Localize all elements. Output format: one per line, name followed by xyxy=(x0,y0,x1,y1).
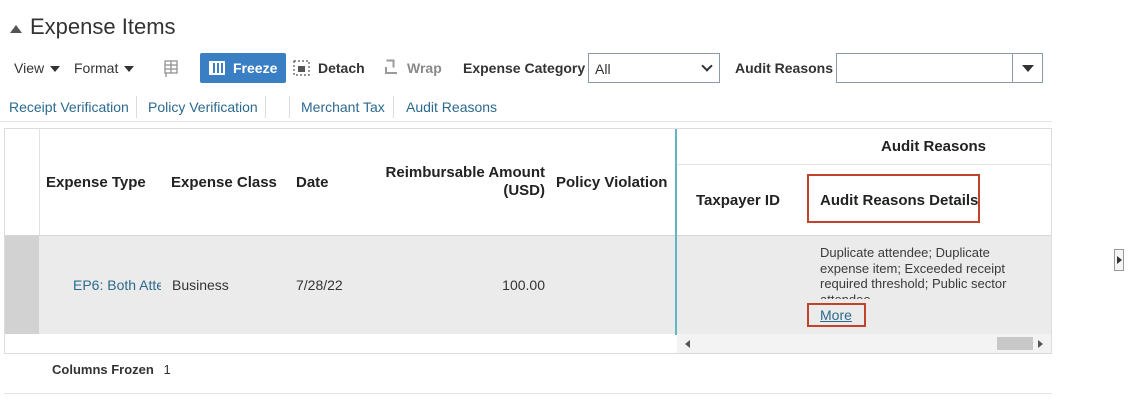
header-reimbursable-amount[interactable]: Reimbursable Amount (USD) xyxy=(381,164,545,200)
audit-reasons-combobox[interactable] xyxy=(836,53,1043,83)
scroll-right-icon[interactable] xyxy=(1038,340,1043,348)
caret-down-icon xyxy=(1022,65,1034,72)
horizontal-scrollbar[interactable] xyxy=(677,334,1051,353)
expense-category-label: Expense Category xyxy=(463,60,586,76)
divider xyxy=(39,129,40,236)
view-menu[interactable]: View xyxy=(14,52,61,84)
header-expense-type[interactable]: Expense Type xyxy=(46,174,146,191)
columns-icon xyxy=(164,60,178,77)
freeze-icon xyxy=(209,61,225,75)
column-group-links: Receipt Verification Policy Verification… xyxy=(0,92,1052,122)
link-audit-reasons[interactable]: Audit Reasons xyxy=(406,99,497,115)
row-selector[interactable] xyxy=(5,236,39,334)
columns-frozen-status: Columns Frozen 1 xyxy=(52,362,171,377)
scroll-thumb[interactable] xyxy=(997,337,1033,350)
format-menu-label: Format xyxy=(74,60,119,76)
header-expense-class[interactable]: Expense Class xyxy=(171,174,277,191)
view-menu-label: View xyxy=(14,60,45,76)
table-footer: Columns Frozen 1 xyxy=(4,358,1052,394)
collapse-icon[interactable] xyxy=(10,25,22,33)
columns-frozen-value: 1 xyxy=(163,362,171,377)
header-group-audit-reasons: Audit Reasons xyxy=(881,138,987,155)
cell-audit-reasons-details: Duplicate attendee; Duplicate expense it… xyxy=(820,245,1007,299)
scroll-left-icon[interactable] xyxy=(685,340,690,348)
expense-items-table: Expense Type Expense Class Date Reimburs… xyxy=(4,128,1052,354)
link-receipt-verification[interactable]: Receipt Verification xyxy=(9,99,129,115)
divider xyxy=(289,96,290,118)
audit-reasons-dropdown-button[interactable] xyxy=(1012,54,1042,82)
caret-down-icon xyxy=(124,66,135,72)
section-header: Expense Items xyxy=(10,14,176,40)
wrap-icon xyxy=(385,59,397,74)
detach-button-label: Detach xyxy=(318,60,365,76)
chevron-down-icon xyxy=(701,60,713,72)
caret-right-icon xyxy=(1117,256,1122,264)
format-menu[interactable]: Format xyxy=(74,52,135,84)
cell-expense-type-link[interactable]: EP6: Both Atte xyxy=(73,277,161,293)
divider xyxy=(136,96,137,118)
columns-frozen-label: Columns Frozen xyxy=(52,362,154,377)
cell-reimbursable-amount: 100.00 xyxy=(502,277,545,293)
link-merchant-tax[interactable]: Merchant Tax xyxy=(301,99,385,115)
frozen-column-divider[interactable] xyxy=(675,129,677,335)
header-date[interactable]: Date xyxy=(296,174,329,191)
freeze-button[interactable]: Freeze xyxy=(200,53,287,83)
cell-expense-class: Business xyxy=(172,277,229,293)
header-taxpayer-id[interactable]: Taxpayer ID xyxy=(696,192,780,209)
expense-category-value: All xyxy=(595,61,611,77)
link-policy-verification[interactable]: Policy Verification xyxy=(148,99,258,115)
expand-panel-button[interactable] xyxy=(1114,249,1124,271)
wrap-button[interactable]: Wrap xyxy=(383,52,442,84)
columns-icon-button[interactable] xyxy=(161,52,181,84)
cell-date: 7/28/22 xyxy=(296,277,343,293)
detach-icon xyxy=(293,60,310,76)
highlight-box xyxy=(807,303,866,327)
wrap-button-label: Wrap xyxy=(407,60,442,76)
highlight-box xyxy=(807,174,980,223)
caret-down-icon xyxy=(50,66,61,72)
freeze-button-label: Freeze xyxy=(233,60,278,76)
detach-button[interactable]: Detach xyxy=(292,52,365,84)
divider xyxy=(265,96,266,118)
audit-reasons-label: Audit Reasons xyxy=(735,60,834,76)
divider xyxy=(677,164,1051,165)
expense-category-select[interactable]: All xyxy=(588,53,720,83)
section-title: Expense Items xyxy=(30,14,176,39)
divider xyxy=(393,96,394,118)
header-policy-violation[interactable]: Policy Violation xyxy=(556,174,667,191)
